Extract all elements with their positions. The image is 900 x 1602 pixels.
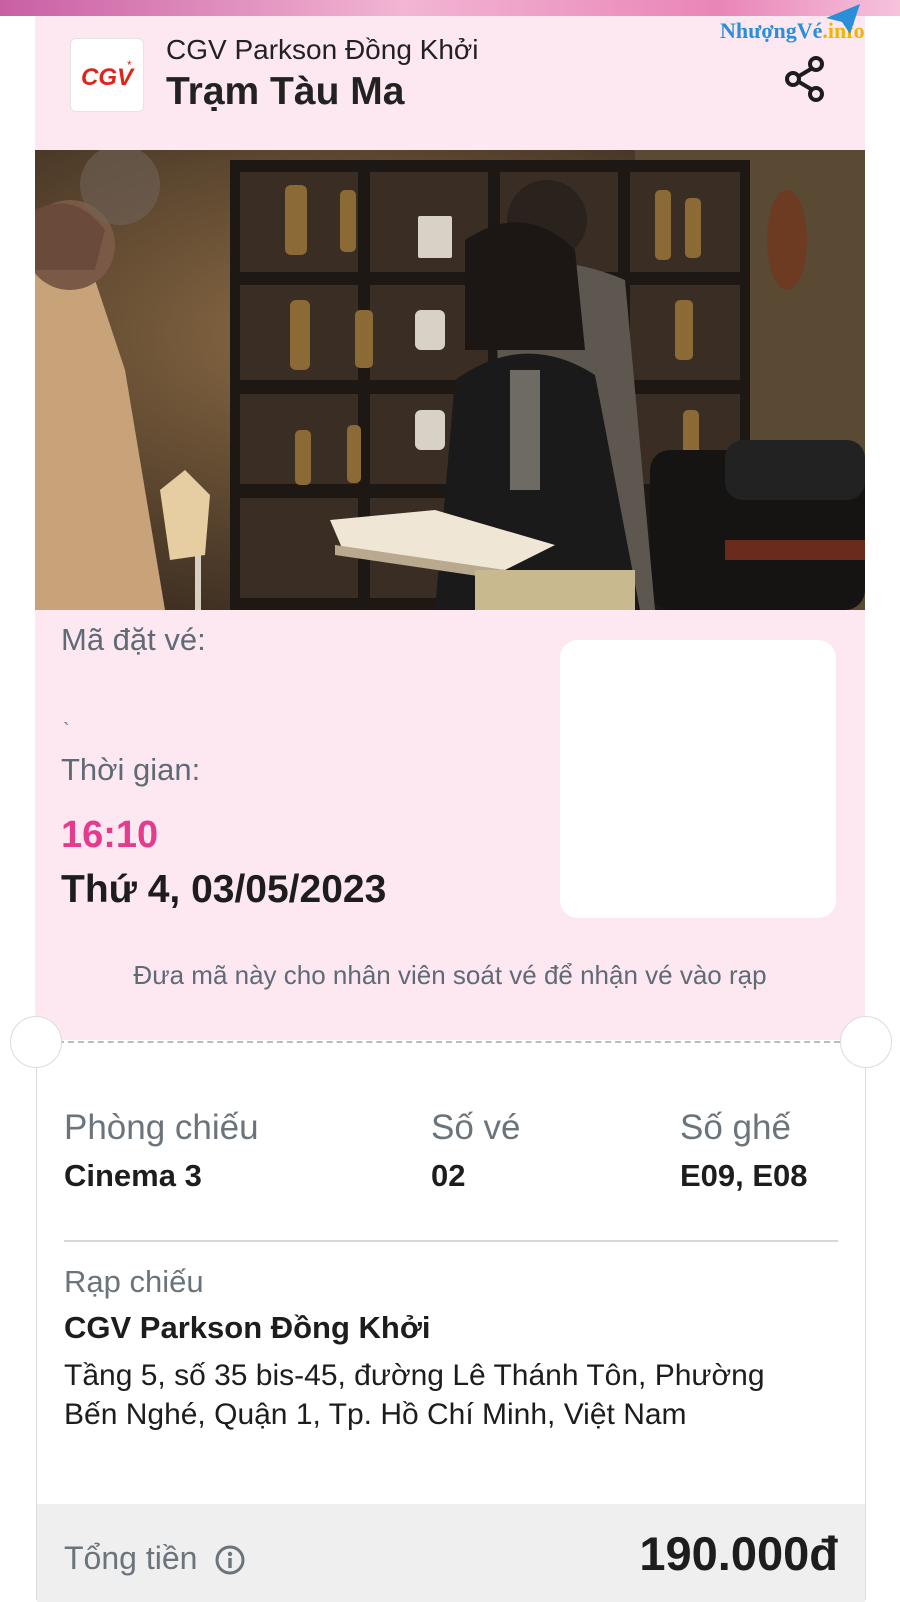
booking-code-value: ` <box>63 720 70 742</box>
perforation-line <box>58 1041 840 1043</box>
tickets-label: Số vé <box>431 1108 521 1147</box>
show-date: Thứ 4, 03/05/2023 <box>61 868 387 911</box>
seats-label: Số ghế <box>680 1108 791 1147</box>
booking-code-label: Mã đặt vé: <box>61 622 206 657</box>
time-label: Thời gian: <box>61 752 201 787</box>
total-value: 190.000đ <box>639 1527 838 1580</box>
tickets-value: 02 <box>431 1158 466 1193</box>
ticket-card-top: CGV * CGV Parkson Đồng Khởi Trạm Tàu Ma <box>35 16 865 1040</box>
ticket-card-bottom: Phòng chiếu Cinema 3 Số vé 02 Số ghế E09… <box>36 1042 866 1602</box>
total-label: Tổng tiền <box>64 1540 198 1576</box>
movie-title: Trạm Tàu Ma <box>166 70 405 113</box>
theater-label: Rạp chiếu <box>64 1264 204 1299</box>
movie-poster-image <box>35 150 865 610</box>
share-icon[interactable] <box>782 54 830 104</box>
svg-text:*: * <box>127 58 132 72</box>
instruction-text: Đưa mã này cho nhân viên soát vé để nhận… <box>133 960 767 990</box>
cinema-subtitle: CGV Parkson Đồng Khởi <box>166 34 479 65</box>
seats-value: E09, E08 <box>680 1158 808 1193</box>
info-icon[interactable] <box>214 1544 246 1576</box>
room-value: Cinema 3 <box>64 1158 202 1193</box>
paper-plane-icon <box>826 4 860 34</box>
divider <box>64 1240 838 1242</box>
ticket-notch-left <box>10 1016 62 1068</box>
ticket-notch-right <box>840 1016 892 1068</box>
total-bar: Tổng tiền 190.000đ <box>37 1504 865 1602</box>
qr-code-area <box>560 640 836 918</box>
top-accent-bar <box>0 0 900 16</box>
theater-name: CGV Parkson Đồng Khởi <box>64 1310 431 1345</box>
watermark-part1: NhượngVé <box>720 18 823 43</box>
showtime: 16:10 <box>61 814 159 856</box>
watermark: NhượngVé.info <box>720 4 900 48</box>
theater-address: Tầng 5, số 35 bis-45, đường Lê Thánh Tôn… <box>64 1359 765 1431</box>
cgv-logo-icon: CGV * <box>70 38 144 112</box>
room-label: Phòng chiếu <box>64 1108 259 1147</box>
